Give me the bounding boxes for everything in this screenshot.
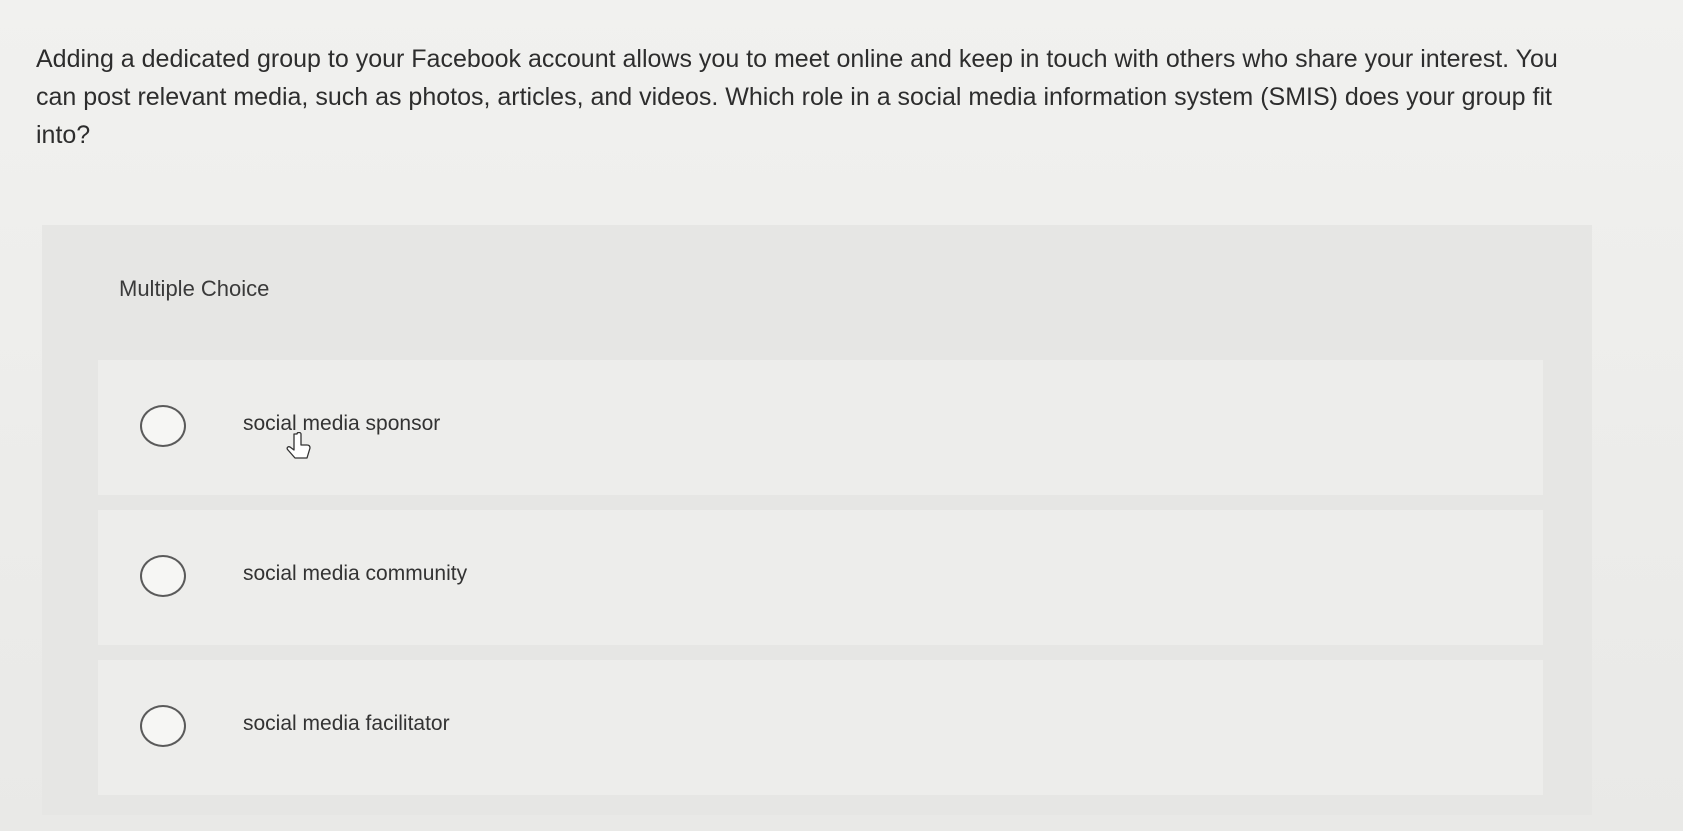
radio-button-icon[interactable] [140,555,186,597]
option-social-media-facilitator[interactable]: social media facilitator [98,660,1543,795]
question-page: Adding a dedicated group to your Faceboo… [0,0,1683,831]
option-social-media-community[interactable]: social media community [98,510,1543,645]
option-social-media-sponsor[interactable]: social media sponsor [98,360,1543,495]
radio-button-icon[interactable] [140,705,186,747]
option-label: social media sponsor [243,412,441,435]
multiple-choice-label: Multiple Choice [119,276,270,301]
radio-button-icon[interactable] [140,405,186,447]
hand-pointer-icon [286,432,311,459]
option-label: social media community [243,562,468,585]
question-text: Adding a dedicated group to your Faceboo… [36,45,1558,149]
option-label: social media facilitator [243,712,450,735]
